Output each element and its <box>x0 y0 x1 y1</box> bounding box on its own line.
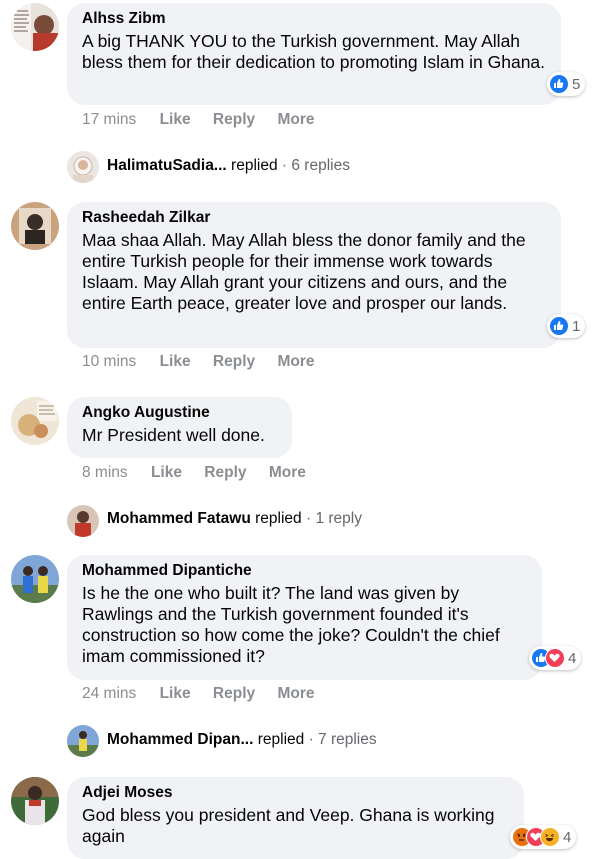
comment-author[interactable]: Alhss Zibm <box>82 10 549 28</box>
reaction-count: 4 <box>563 828 572 846</box>
comment-text: Is he the one who built it? The land was… <box>82 583 500 666</box>
reply-verb: replied <box>255 510 302 527</box>
reply-count: · 1 reply <box>305 510 362 527</box>
reply-button[interactable]: Reply <box>204 464 246 482</box>
avatar[interactable] <box>11 397 59 445</box>
reaction-summary[interactable]: 4 <box>529 646 582 670</box>
comment-author[interactable]: Mohammed Dipantiche <box>82 562 530 580</box>
reaction-count: 4 <box>568 649 577 667</box>
more-button[interactable]: More <box>277 353 314 371</box>
comment-bubble: Angko Augustine Mr President well done. <box>67 397 292 458</box>
view-replies-link[interactable]: HalimatuSadia... replied · 6 replies <box>107 157 350 175</box>
comment-author[interactable]: Angko Augustine <box>82 404 280 422</box>
more-button[interactable]: More <box>277 111 314 129</box>
reaction-count: 1 <box>572 317 581 335</box>
haha-reaction-icon <box>540 827 560 847</box>
more-button[interactable]: More <box>269 464 306 482</box>
reply-author: Mohammed Dipan... <box>107 731 254 748</box>
comment-bubble: Mohammed Dipantiche Is he the one who bu… <box>67 555 542 680</box>
love-reaction-icon <box>545 648 565 668</box>
reaction-summary[interactable]: 5 <box>547 72 586 96</box>
comment-time[interactable]: 24 mins <box>82 685 136 703</box>
comment-author[interactable]: Rasheedah Zilkar <box>82 209 549 227</box>
comment-author[interactable]: Adjei Moses <box>82 784 512 802</box>
like-reaction-icon <box>549 316 569 336</box>
reply-button[interactable]: Reply <box>213 685 255 703</box>
view-replies-link[interactable]: Mohammed Dipan... replied · 7 replies <box>107 731 377 749</box>
comment-text: Mr President well done. <box>82 425 265 445</box>
reply-author: HalimatuSadia... <box>107 157 227 174</box>
avatar[interactable] <box>11 555 59 603</box>
reply-author: Mohammed Fatawu <box>107 510 251 527</box>
like-button[interactable]: Like <box>160 685 191 703</box>
reaction-count: 5 <box>572 75 581 93</box>
comment-bubble: Rasheedah Zilkar Maa shaa Allah. May All… <box>67 202 561 348</box>
comment-actions: 24 mins Like Reply More <box>82 685 315 703</box>
reaction-summary[interactable]: 4 <box>510 825 577 849</box>
reply-button[interactable]: Reply <box>213 111 255 129</box>
view-replies-link[interactable]: Mohammed Fatawu replied · 1 reply <box>107 510 362 528</box>
reply-avatar[interactable] <box>67 725 99 757</box>
like-button[interactable]: Like <box>160 111 191 129</box>
reaction-summary[interactable]: 1 <box>547 314 586 338</box>
avatar[interactable] <box>11 3 59 51</box>
comment-actions: 8 mins Like Reply More <box>82 464 306 482</box>
comment-time[interactable]: 8 mins <box>82 464 128 482</box>
comment-text: God bless you president and Veep. Ghana … <box>82 805 495 846</box>
reply-button[interactable]: Reply <box>213 353 255 371</box>
comment-text: A big THANK YOU to the Turkish governmen… <box>82 31 546 72</box>
more-button[interactable]: More <box>277 685 314 703</box>
avatar[interactable] <box>11 777 59 825</box>
reply-avatar[interactable] <box>67 151 99 183</box>
comment-bubble: Adjei Moses God bless you president and … <box>67 777 524 859</box>
like-button[interactable]: Like <box>151 464 182 482</box>
comment-time[interactable]: 17 mins <box>82 111 136 129</box>
avatar[interactable] <box>11 202 59 250</box>
reply-verb: replied <box>257 731 305 748</box>
like-button[interactable]: Like <box>160 353 191 371</box>
comment-actions: 10 mins Like Reply More <box>82 353 315 371</box>
like-reaction-icon <box>549 74 569 94</box>
reply-count: · 6 replies <box>281 157 350 174</box>
comment-bubble: Alhss Zibm A big THANK YOU to the Turkis… <box>67 3 561 105</box>
reply-count: · 7 replies <box>308 731 377 748</box>
comment-actions: 17 mins Like Reply More <box>82 111 315 129</box>
comment-text: Maa shaa Allah. May Allah bless the dono… <box>82 230 526 313</box>
comment-time[interactable]: 10 mins <box>82 353 136 371</box>
reply-verb: replied <box>231 157 278 174</box>
reply-avatar[interactable] <box>67 505 99 537</box>
